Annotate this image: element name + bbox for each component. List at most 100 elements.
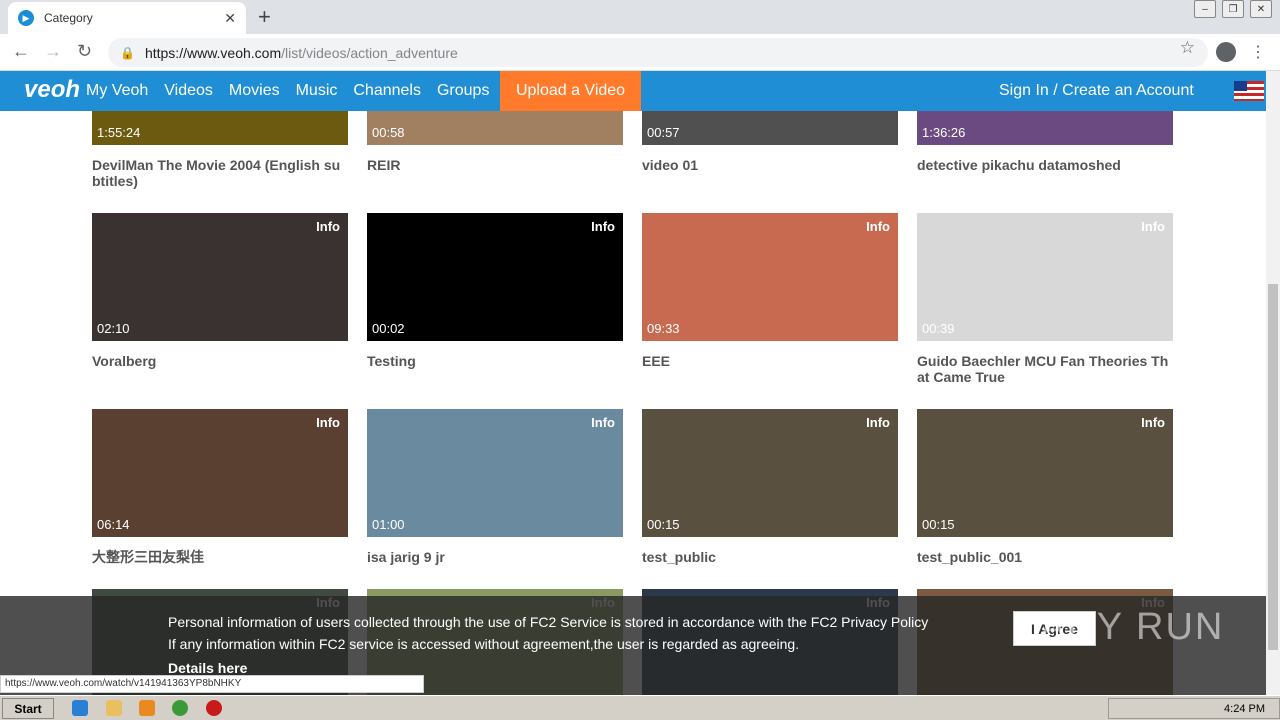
- video-card[interactable]: Info00:58 REIR: [367, 111, 623, 173]
- close-window-icon[interactable]: ✕: [1250, 0, 1272, 18]
- video-title[interactable]: isa jarig 9 jr: [367, 549, 623, 565]
- start-label: Start: [14, 701, 42, 716]
- video-thumbnail[interactable]: Info 00:15: [917, 409, 1173, 537]
- video-duration: 1:36:26: [922, 125, 966, 140]
- video-title[interactable]: Voralberg: [92, 353, 348, 369]
- veoh-logo[interactable]: veoh: [24, 76, 80, 104]
- video-thumbnail[interactable]: Info00:58: [367, 111, 623, 145]
- account-icon[interactable]: [1216, 42, 1236, 62]
- video-title[interactable]: Testing: [367, 353, 623, 369]
- clock: 4:24 PM: [1224, 702, 1265, 715]
- video-thumbnail[interactable]: Info00:57: [642, 111, 898, 145]
- forward-icon[interactable]: →: [44, 41, 62, 62]
- stop-icon[interactable]: [206, 700, 222, 716]
- details-link[interactable]: Details here: [168, 660, 247, 676]
- reload-icon[interactable]: ↻: [77, 41, 92, 62]
- video-thumbnail[interactable]: Info 02:10: [92, 213, 348, 341]
- video-title[interactable]: REIR: [367, 157, 623, 173]
- windows-taskbar: Start 4:24 PM: [0, 695, 1280, 720]
- tab-title: Category: [44, 11, 93, 25]
- video-duration: 00:15: [922, 517, 955, 532]
- info-button[interactable]: Info: [1141, 415, 1165, 430]
- video-duration: 06:14: [97, 517, 130, 532]
- info-button[interactable]: Info: [316, 415, 340, 430]
- video-duration: 1:55:24: [97, 125, 141, 140]
- main-nav: My Veoh Videos Movies Music Channels Gro…: [86, 71, 489, 111]
- nav-music[interactable]: Music: [296, 82, 338, 100]
- video-card[interactable]: Info 09:33 EEE: [642, 213, 898, 369]
- new-tab-icon[interactable]: +: [258, 4, 271, 30]
- video-thumbnail[interactable]: Info1:36:26: [917, 111, 1173, 145]
- nav-videos[interactable]: Videos: [164, 82, 213, 100]
- signin-link[interactable]: Sign In / Create an Account: [999, 82, 1194, 100]
- ie-icon[interactable]: [72, 700, 88, 716]
- video-card[interactable]: Info 00:15 test_public_001: [917, 409, 1173, 565]
- restore-icon[interactable]: ❐: [1222, 0, 1244, 18]
- video-thumbnail[interactable]: Info 09:33: [642, 213, 898, 341]
- video-thumbnail[interactable]: Info 06:14: [92, 409, 348, 537]
- nav-groups[interactable]: Groups: [437, 82, 489, 100]
- nav-movies[interactable]: Movies: [229, 82, 280, 100]
- tab-category[interactable]: ▶ Category ✕: [8, 2, 246, 34]
- upload-video-button[interactable]: Upload a Video: [500, 71, 641, 111]
- video-thumbnail[interactable]: Info1:55:24: [92, 111, 348, 145]
- video-title[interactable]: Guido Baechler MCU Fan Theories That Cam…: [917, 353, 1173, 385]
- video-card[interactable]: Info 00:39 Guido Baechler MCU Fan Theories…: [917, 213, 1173, 385]
- nav-channels[interactable]: Channels: [353, 82, 421, 100]
- anyrun-watermark: ANY RUN: [1040, 606, 1225, 648]
- url-field[interactable]: 🔒 https://www.veoh.com/list/videos/actio…: [108, 38, 1208, 67]
- video-card[interactable]: Info 00:02 Testing: [367, 213, 623, 369]
- info-button[interactable]: Info: [591, 415, 615, 430]
- cookie-text-line1: Personal information of users collected …: [168, 614, 929, 630]
- video-duration: 09:33: [647, 321, 680, 336]
- info-button[interactable]: Info: [316, 219, 340, 234]
- media-player-icon[interactable]: [139, 700, 155, 716]
- info-button[interactable]: Info: [866, 415, 890, 430]
- chrome-icon[interactable]: [172, 700, 188, 716]
- us-flag-icon[interactable]: [1234, 81, 1264, 101]
- browser-menu-icon[interactable]: ⋮: [1250, 42, 1266, 62]
- scrollbar-thumb[interactable]: [1268, 284, 1278, 650]
- window-controls: ‒ ❐ ✕: [1194, 0, 1272, 18]
- video-card[interactable]: Info 06:14 大整形三田友梨佳: [92, 409, 348, 565]
- video-card[interactable]: Info1:36:26 detective pikachu datamoshed: [917, 111, 1173, 173]
- video-card[interactable]: Info1:55:24 DevilMan The Movie 2004 (Engl…: [92, 111, 348, 189]
- video-thumbnail[interactable]: Info 00:02: [367, 213, 623, 341]
- video-duration: 00:57: [647, 125, 680, 140]
- start-button[interactable]: Start: [2, 698, 54, 719]
- info-button[interactable]: Info: [1141, 219, 1165, 234]
- browser-tab-bar: ▶ Category ✕ + ‒ ❐ ✕: [0, 0, 1280, 34]
- minimize-icon[interactable]: ‒: [1194, 0, 1216, 18]
- video-title[interactable]: DevilMan The Movie 2004 (English subtitl…: [92, 157, 348, 189]
- folder-icon[interactable]: [106, 700, 122, 716]
- video-duration: 00:02: [372, 321, 405, 336]
- info-button[interactable]: Info: [866, 219, 890, 234]
- system-tray: 4:24 PM: [1108, 698, 1280, 719]
- video-duration: 00:39: [922, 321, 955, 336]
- url-path: /list/videos/action_adventure: [281, 44, 458, 61]
- video-thumbnail[interactable]: Info 00:39: [917, 213, 1173, 341]
- video-title[interactable]: detective pikachu datamoshed: [917, 157, 1173, 173]
- nav-my-veoh[interactable]: My Veoh: [86, 82, 148, 100]
- video-title[interactable]: test_public: [642, 549, 898, 565]
- page-scrollbar[interactable]: [1266, 71, 1280, 695]
- video-title[interactable]: video 01: [642, 157, 898, 173]
- video-title[interactable]: 大整形三田友梨佳: [92, 549, 348, 565]
- video-duration: 00:58: [372, 125, 405, 140]
- bookmark-star-icon[interactable]: ☆: [1180, 38, 1195, 58]
- back-icon[interactable]: ←: [12, 41, 30, 62]
- video-card[interactable]: Info00:57 video 01: [642, 111, 898, 173]
- close-tab-icon[interactable]: ✕: [224, 10, 236, 27]
- cookie-text-line2: If any information within FC2 service is…: [168, 636, 800, 652]
- video-title[interactable]: EEE: [642, 353, 898, 369]
- video-card[interactable]: Info 00:15 test_public: [642, 409, 898, 565]
- video-title[interactable]: test_public_001: [917, 549, 1173, 565]
- video-card[interactable]: Info 01:00 isa jarig 9 jr: [367, 409, 623, 565]
- video-thumbnail[interactable]: Info 01:00: [367, 409, 623, 537]
- video-duration: 02:10: [97, 321, 130, 336]
- video-thumbnail[interactable]: Info 00:15: [642, 409, 898, 537]
- video-card[interactable]: Info 02:10 Voralberg: [92, 213, 348, 369]
- lock-icon: 🔒: [120, 45, 135, 60]
- info-button[interactable]: Info: [591, 219, 615, 234]
- address-bar-row: ← → ↻ 🔒 https://www.veoh.com/list/videos…: [0, 34, 1280, 71]
